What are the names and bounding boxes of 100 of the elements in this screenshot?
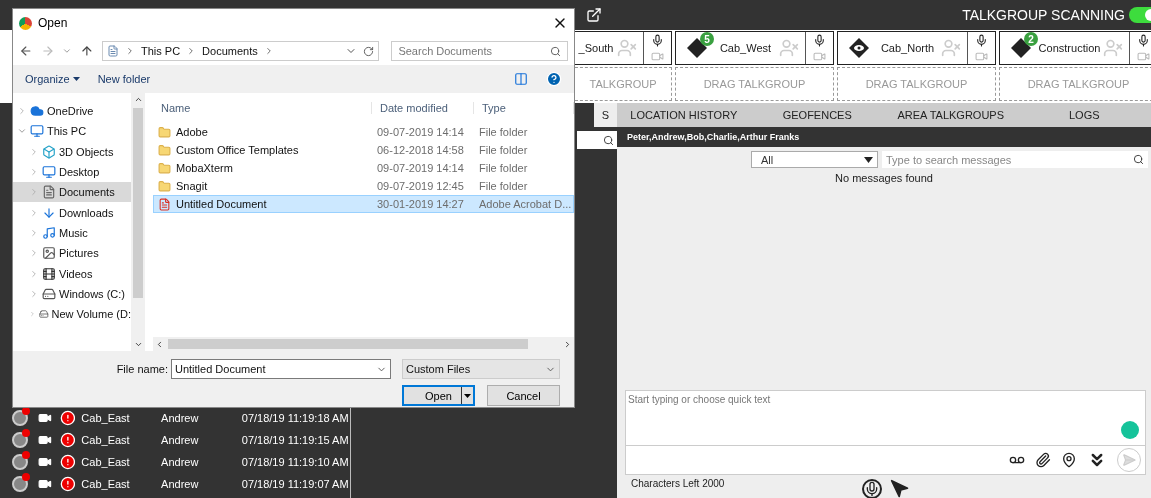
paperclip-icon[interactable] bbox=[1035, 452, 1051, 468]
nav-item[interactable]: Desktop bbox=[13, 161, 131, 183]
address-bar[interactable]: This PC Documents bbox=[101, 41, 380, 61]
talkgroup-text: Cab_East bbox=[81, 456, 131, 468]
organize-button[interactable]: Organize bbox=[25, 73, 80, 85]
computer-icon bbox=[30, 124, 44, 139]
breadcrumb[interactable]: Documents bbox=[202, 45, 258, 57]
talkgroup-text: Cab_East bbox=[81, 412, 131, 424]
search-icon[interactable] bbox=[1133, 154, 1144, 165]
nav-item[interactable]: This PC bbox=[13, 121, 131, 142]
caret-icon bbox=[864, 156, 873, 163]
file-row[interactable]: Snagit 09-07-2019 12:45 File folder bbox=[153, 177, 574, 195]
file-row[interactable]: Custom Office Templates 06-12-2018 14:58 File folder bbox=[153, 141, 574, 159]
tab[interactable]: S bbox=[593, 103, 617, 127]
file-row[interactable]: Untitled Document 30-01-2019 14:27 Adobe Acrobat D... bbox=[153, 195, 574, 213]
alert-icon bbox=[59, 476, 76, 492]
tab[interactable]: LOGS bbox=[1017, 103, 1151, 127]
nav-item[interactable]: Videos bbox=[13, 263, 131, 284]
location-pin-icon[interactable] bbox=[1061, 452, 1077, 468]
avatar-icon bbox=[12, 432, 28, 448]
preview-pane-icon[interactable] bbox=[514, 72, 528, 86]
cloud-icon bbox=[30, 104, 44, 119]
file-row[interactable]: MobaXterm 09-07-2019 14:14 File folder bbox=[153, 159, 574, 177]
nav-item[interactable]: Music bbox=[13, 222, 131, 244]
nav-item[interactable]: New Volume (D: bbox=[13, 303, 131, 325]
refresh-icon[interactable] bbox=[363, 45, 375, 57]
talkgroup-card[interactable]: _South bbox=[575, 31, 672, 65]
horizontal-scrollbar[interactable] bbox=[153, 337, 574, 351]
up-icon[interactable] bbox=[80, 44, 94, 58]
message-search-field[interactable]: Type to search messages bbox=[882, 151, 1148, 168]
back-icon[interactable] bbox=[19, 44, 33, 58]
column-header[interactable]: Name bbox=[153, 102, 372, 114]
time-text: 07/18/19 11:19:07 AM bbox=[241, 478, 350, 490]
tab[interactable]: AREA TALKGROUPS bbox=[884, 103, 1018, 127]
file-type-select[interactable]: Custom Files bbox=[402, 359, 560, 379]
user-text: Andrew bbox=[161, 456, 200, 468]
file-name-field[interactable]: Untitled Document bbox=[171, 359, 391, 379]
camera-icon[interactable] bbox=[37, 433, 52, 447]
microphone-icon[interactable] bbox=[975, 33, 988, 47]
pdf-icon bbox=[158, 197, 171, 211]
time-text: 07/18/19 11:19:15 AM bbox=[241, 434, 350, 446]
nav-item[interactable]: OneDrive bbox=[13, 101, 131, 122]
search-icon[interactable] bbox=[550, 45, 561, 57]
time-text: 07/18/19 11:19:18 AM bbox=[241, 412, 350, 424]
camera-icon[interactable] bbox=[37, 477, 52, 491]
external-link-icon[interactable] bbox=[586, 7, 602, 23]
nav-item[interactable]: Windows (C:) bbox=[13, 283, 131, 304]
filter-select[interactable]: All bbox=[751, 151, 878, 168]
folder-icon bbox=[158, 179, 171, 193]
nav-item[interactable]: Documents bbox=[13, 182, 131, 203]
scroll-up-icon[interactable] bbox=[133, 95, 143, 104]
empty-message: No messages found bbox=[834, 172, 934, 184]
drive-icon bbox=[42, 286, 56, 301]
music-icon bbox=[42, 225, 56, 240]
open-button[interactable]: Open bbox=[402, 385, 475, 406]
count-badge: 2 bbox=[1024, 32, 1038, 46]
microphone-icon[interactable] bbox=[651, 33, 664, 47]
alert-icon bbox=[59, 454, 76, 470]
tab[interactable]: LOCATION HISTORY bbox=[617, 103, 751, 127]
talkgroup-text: Cab_East bbox=[81, 478, 131, 490]
microphone-icon[interactable] bbox=[862, 479, 882, 498]
search-icon[interactable] bbox=[603, 134, 614, 146]
alert-icon bbox=[59, 432, 76, 448]
scroll-left-icon[interactable] bbox=[155, 339, 164, 349]
folder-icon bbox=[158, 143, 171, 157]
help-icon[interactable] bbox=[546, 71, 562, 87]
talkgroup-card[interactable]: 5 Cab_West bbox=[675, 31, 834, 65]
user-text: Andrew bbox=[161, 478, 200, 490]
column-header[interactable]: Type bbox=[474, 102, 574, 114]
alert-icon bbox=[59, 410, 76, 426]
folder-icon bbox=[158, 161, 171, 175]
microphone-icon[interactable] bbox=[813, 33, 826, 47]
microphone-icon[interactable] bbox=[1137, 33, 1150, 47]
column-header[interactable]: Date modified bbox=[372, 102, 474, 114]
count-badge: 5 bbox=[700, 32, 714, 46]
avatar-icon bbox=[12, 454, 28, 470]
scroll-down-icon[interactable] bbox=[133, 340, 143, 349]
send-arrow-icon[interactable] bbox=[890, 479, 910, 498]
search-field[interactable]: Search Documents bbox=[391, 41, 568, 61]
talkgroup-name: Cab_West bbox=[718, 42, 773, 54]
tab[interactable]: GEOFENCES bbox=[750, 103, 884, 127]
file-row[interactable]: Adobe 09-07-2019 14:14 File folder bbox=[153, 123, 574, 141]
talkgroup-card[interactable]: 2 Construction bbox=[999, 31, 1151, 65]
folder-icon bbox=[158, 125, 171, 139]
scroll-right-icon[interactable] bbox=[563, 339, 572, 349]
nav-item[interactable]: Pictures bbox=[13, 243, 131, 264]
camera-icon[interactable] bbox=[37, 455, 52, 469]
breadcrumb[interactable]: This PC bbox=[140, 45, 181, 57]
search-field[interactable] bbox=[577, 131, 617, 149]
avatar-icon bbox=[12, 476, 28, 492]
film-icon bbox=[42, 266, 56, 281]
new-folder-button[interactable]: New folder bbox=[97, 73, 151, 85]
talkgroup-name: Cab_North bbox=[879, 42, 936, 54]
nav-item[interactable]: 3D Objects bbox=[13, 141, 131, 162]
cancel-button[interactable]: Cancel bbox=[487, 385, 560, 406]
user-text: Andrew bbox=[161, 434, 200, 446]
cube-icon bbox=[42, 144, 56, 159]
nav-item[interactable]: Downloads bbox=[13, 202, 131, 223]
camera-icon[interactable] bbox=[37, 411, 52, 425]
talkgroup-card[interactable]: Cab_North bbox=[837, 31, 996, 65]
